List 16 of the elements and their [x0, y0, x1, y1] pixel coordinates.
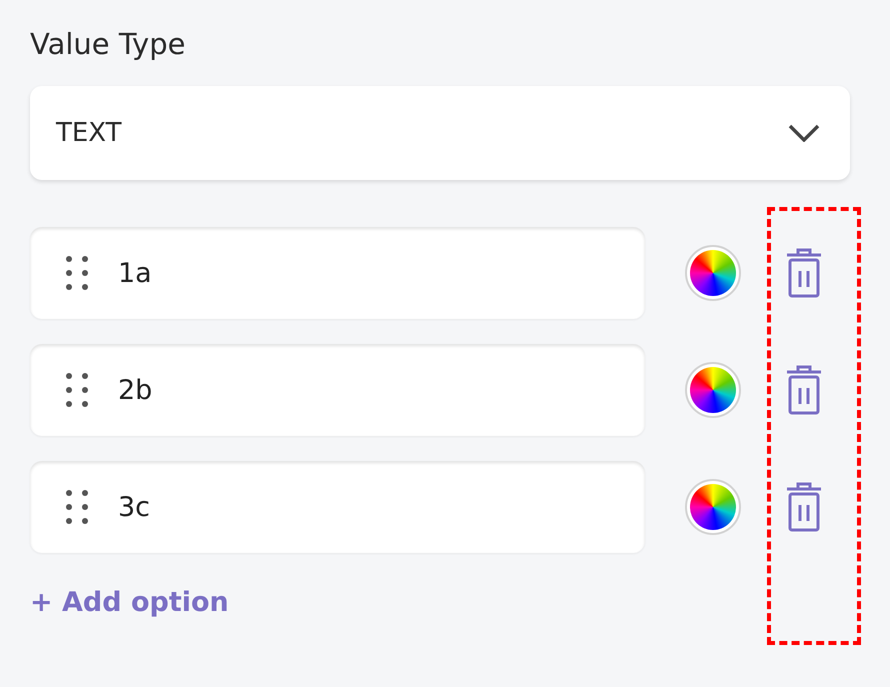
trash-icon — [784, 247, 824, 299]
drag-handle-icon[interactable] — [66, 256, 88, 290]
field-label: Value Type — [30, 26, 186, 63]
drag-handle-icon[interactable] — [66, 490, 88, 524]
trash-icon — [784, 481, 824, 533]
delete-button[interactable] — [784, 364, 824, 416]
chevron-down-icon — [788, 124, 820, 142]
add-option-link[interactable]: + Add option — [30, 587, 229, 618]
drag-handle-icon[interactable] — [66, 373, 88, 407]
trash-icon — [784, 364, 824, 416]
option-field[interactable]: 2b — [30, 344, 645, 436]
delete-button[interactable] — [784, 481, 824, 533]
delete-button[interactable] — [784, 247, 824, 299]
value-type-dropdown[interactable]: TEXT — [30, 86, 850, 180]
option-field[interactable]: 1a — [30, 227, 645, 319]
option-field[interactable]: 3c — [30, 461, 645, 553]
